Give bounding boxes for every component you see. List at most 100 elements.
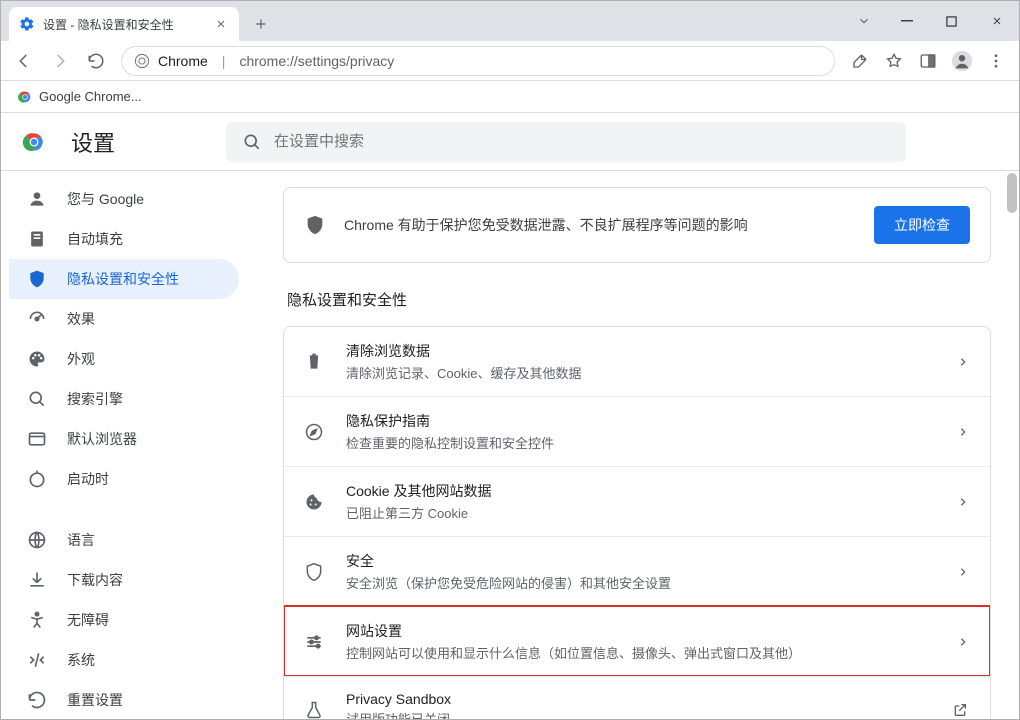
sidebar-item-label: 您与 Google <box>67 189 144 209</box>
chevron-right-icon <box>958 427 968 437</box>
sidebar-item-accessibility[interactable]: 无障碍 <box>9 600 239 640</box>
forward-button[interactable] <box>43 44 77 78</box>
scrollbar-thumb[interactable] <box>1007 173 1017 213</box>
row-subtitle: 试用版功能已关闭 <box>346 709 932 719</box>
settings-page: 设置 您与 Google 自动填充 <box>1 113 1019 719</box>
tune-icon <box>302 632 326 652</box>
chevron-down-icon[interactable] <box>844 14 884 28</box>
browser-window: 设置 - 隐私设置和安全性 Chrome | chro <box>0 0 1020 720</box>
flask-icon <box>302 700 326 720</box>
back-button[interactable] <box>7 44 41 78</box>
row-subtitle: 控制网站可以使用和显示什么信息（如位置信息、摄像头、弹出式窗口及其他） <box>346 643 938 662</box>
row-privacy-guide[interactable]: 隐私保护指南检查重要的隐私控制设置和安全控件 <box>284 396 990 466</box>
sidebar-item-on-startup[interactable]: 启动时 <box>9 459 239 499</box>
trash-icon <box>302 352 326 372</box>
row-title: Cookie 及其他网站数据 <box>346 481 938 501</box>
sidebar-item-appearance[interactable]: 外观 <box>9 339 239 379</box>
chrome-logo-icon <box>21 129 47 155</box>
sidebar-item-label: 隐私设置和安全性 <box>67 269 179 289</box>
bookmark-item[interactable]: Google Chrome... <box>11 85 148 109</box>
page-title: 设置 <box>71 126 115 158</box>
safety-check-banner: Chrome 有助于保护您免受数据泄露、不良扩展程序等问题的影响 立即检查 <box>283 187 991 263</box>
browser-toolbar: Chrome | chrome://settings/privacy <box>1 41 1019 81</box>
side-panel-icon[interactable] <box>911 44 945 78</box>
tab-strip: 设置 - 隐私设置和安全性 <box>1 1 275 41</box>
row-clear-browsing-data[interactable]: 清除浏览数据清除浏览记录、Cookie、缓存及其他数据 <box>284 327 990 396</box>
settings-search[interactable] <box>226 122 906 162</box>
row-title: 隐私保护指南 <box>346 411 938 431</box>
chevron-right-icon <box>958 637 968 647</box>
sidebar-item-label: 无障碍 <box>67 610 109 630</box>
compass-icon <box>302 422 326 442</box>
row-cookies[interactable]: Cookie 及其他网站数据已阻止第三方 Cookie <box>284 466 990 536</box>
minimize-button[interactable] <box>884 6 929 36</box>
sidebar-item-downloads[interactable]: 下载内容 <box>9 560 239 600</box>
cookie-icon <box>302 492 326 512</box>
row-security[interactable]: 安全安全浏览（保护您免受危险网站的侵害）和其他安全设置 <box>284 536 990 606</box>
chrome-icon <box>134 53 150 69</box>
new-tab-button[interactable] <box>247 10 275 38</box>
titlebar: 设置 - 隐私设置和安全性 <box>1 1 1019 41</box>
bookmark-label: Google Chrome... <box>39 89 142 104</box>
sidebar-item-label: 默认浏览器 <box>67 429 137 449</box>
sidebar-item-performance[interactable]: 效果 <box>9 299 239 339</box>
row-title: 安全 <box>346 551 938 571</box>
settings-content[interactable]: Chrome 有助于保护您免受数据泄露、不良扩展程序等问题的影响 立即检查 隐私… <box>255 171 1019 719</box>
sidebar-item-languages[interactable]: 语言 <box>9 520 239 560</box>
sidebar-item-label: 效果 <box>67 309 95 329</box>
row-subtitle: 已阻止第三方 Cookie <box>346 503 938 522</box>
sidebar-item-autofill[interactable]: 自动填充 <box>9 219 239 259</box>
settings-header: 设置 <box>1 113 1019 171</box>
share-icon[interactable] <box>843 44 877 78</box>
sidebar-item-label: 重置设置 <box>67 690 123 710</box>
sidebar-item-label: 下载内容 <box>67 570 123 590</box>
toolbar-actions <box>843 44 1013 78</box>
chevron-right-icon <box>958 497 968 507</box>
search-input[interactable] <box>274 133 890 150</box>
omnibox-url: chrome://settings/privacy <box>239 53 394 69</box>
address-bar[interactable]: Chrome | chrome://settings/privacy <box>121 46 835 76</box>
shield-icon <box>304 214 326 236</box>
sidebar-item-you-and-google[interactable]: 您与 Google <box>9 179 239 219</box>
row-site-settings[interactable]: 网站设置控制网站可以使用和显示什么信息（如位置信息、摄像头、弹出式窗口及其他） <box>284 606 990 676</box>
chrome-logo-icon <box>17 89 33 105</box>
chevron-right-icon <box>958 357 968 367</box>
sidebar-item-label: 语言 <box>67 530 95 550</box>
sidebar-item-label: 外观 <box>67 349 95 369</box>
sidebar-item-label: 系统 <box>67 650 95 670</box>
gear-icon <box>19 16 35 32</box>
settings-body: 您与 Google 自动填充 隐私设置和安全性 效果 外观 <box>1 171 1019 719</box>
shield-icon <box>302 562 326 582</box>
sidebar-item-search-engine[interactable]: 搜索引擎 <box>9 379 239 419</box>
reload-button[interactable] <box>79 44 113 78</box>
safety-check-button[interactable]: 立即检查 <box>874 206 970 244</box>
external-link-icon <box>952 702 968 718</box>
omnibox-separator: | <box>222 53 226 69</box>
kebab-menu-icon[interactable] <box>979 44 1013 78</box>
row-subtitle: 检查重要的隐私控制设置和安全控件 <box>346 433 938 452</box>
maximize-button[interactable] <box>929 6 974 36</box>
row-subtitle: 清除浏览记录、Cookie、缓存及其他数据 <box>346 363 938 382</box>
sidebar-item-label: 启动时 <box>67 469 109 489</box>
bookmark-star-icon[interactable] <box>877 44 911 78</box>
sidebar-item-reset[interactable]: 重置设置 <box>9 680 239 719</box>
settings-sidebar[interactable]: 您与 Google 自动填充 隐私设置和安全性 效果 外观 <box>1 171 255 719</box>
omnibox-product: Chrome <box>158 53 208 69</box>
tab-title: 设置 - 隐私设置和安全性 <box>43 16 205 33</box>
banner-message: Chrome 有助于保护您免受数据泄露、不良扩展程序等问题的影响 <box>344 215 856 235</box>
sidebar-item-label: 搜索引擎 <box>67 389 123 409</box>
sidebar-item-default-browser[interactable]: 默认浏览器 <box>9 419 239 459</box>
sidebar-item-system[interactable]: 系统 <box>9 640 239 680</box>
close-icon[interactable] <box>213 16 229 32</box>
row-title: Privacy Sandbox <box>346 691 932 707</box>
search-icon <box>242 132 262 152</box>
window-close-button[interactable] <box>974 6 1019 36</box>
row-title: 网站设置 <box>346 621 938 641</box>
sidebar-item-label: 自动填充 <box>67 229 123 249</box>
row-subtitle: 安全浏览（保护您免受危险网站的侵害）和其他安全设置 <box>346 573 938 592</box>
sidebar-item-privacy[interactable]: 隐私设置和安全性 <box>9 259 239 299</box>
row-privacy-sandbox[interactable]: Privacy Sandbox 试用版功能已关闭 <box>284 676 990 719</box>
browser-tab[interactable]: 设置 - 隐私设置和安全性 <box>9 7 239 41</box>
profile-icon[interactable] <box>945 44 979 78</box>
window-controls <box>844 1 1019 41</box>
